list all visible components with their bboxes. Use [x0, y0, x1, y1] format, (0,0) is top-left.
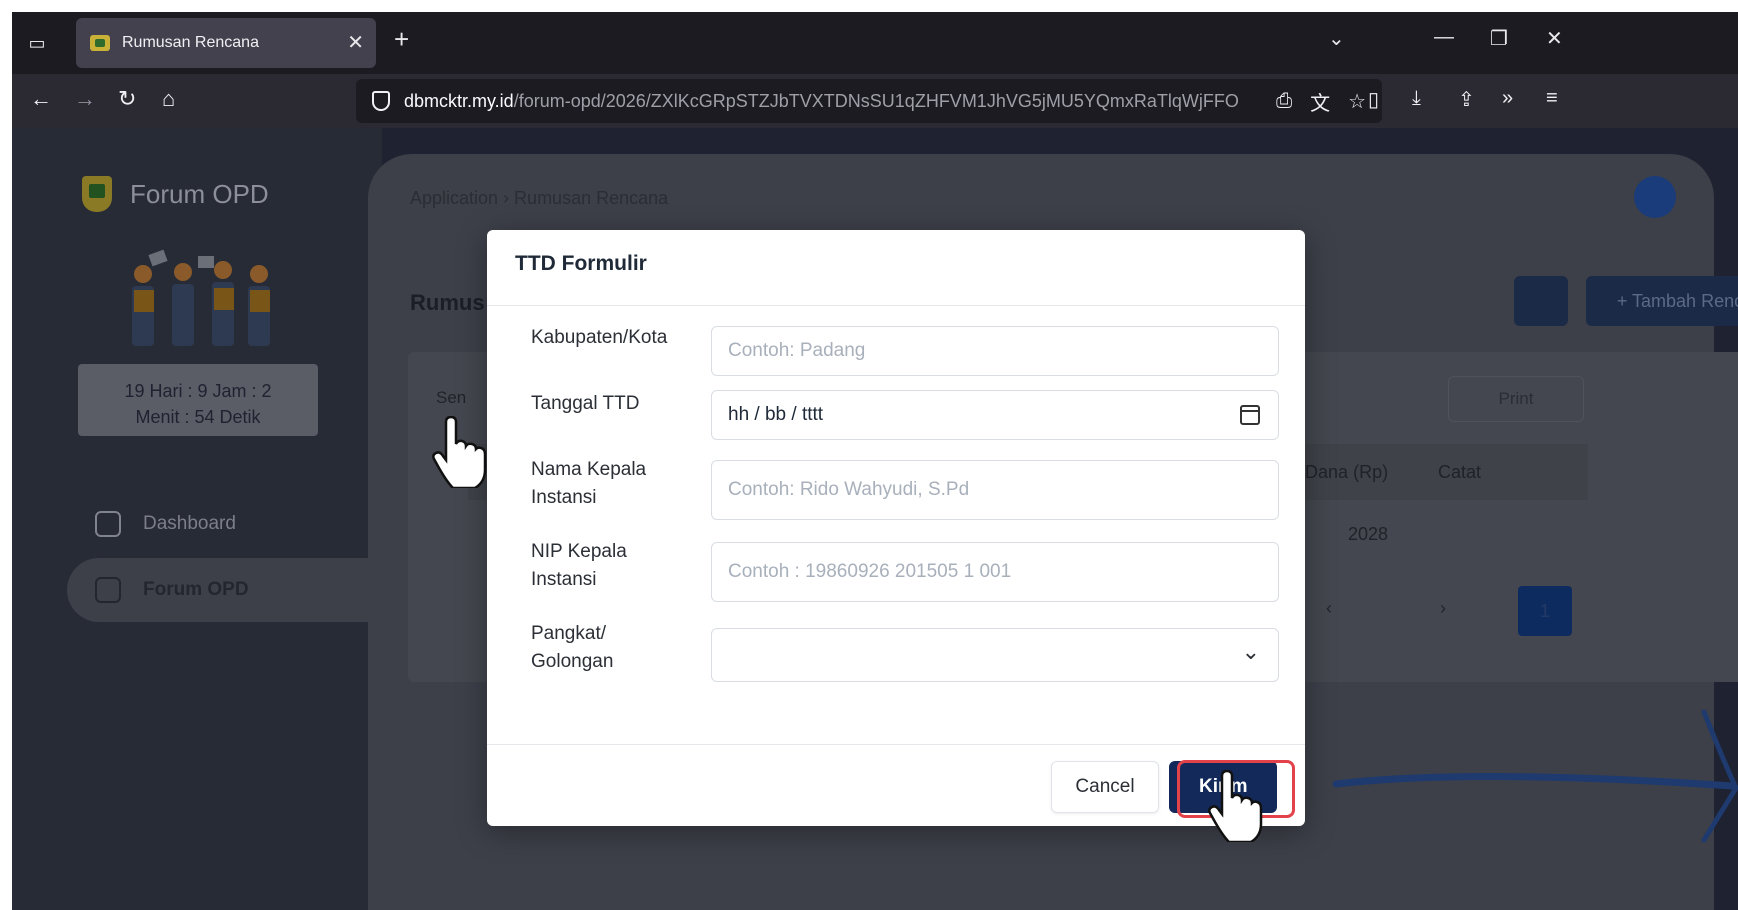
- reload-icon[interactable]: ↻: [118, 86, 136, 112]
- url-host: dbmcktr.my.id: [404, 90, 514, 111]
- timer-line-1: 19 Hari : 9 Jam : 2: [124, 381, 272, 401]
- hand-cursor-icon: [432, 416, 487, 488]
- add-program-button[interactable]: + Tambah Rencana Program: [1586, 276, 1738, 326]
- url-path: /forum-opd/2026/ZXlKcGRpSTZJbTVXTDNsSU1q…: [513, 90, 1239, 111]
- share-icon[interactable]: ⇪: [1458, 87, 1475, 112]
- tab-title: Rumusan Rencana: [122, 34, 259, 51]
- chat-icon: [95, 577, 121, 603]
- workers-illustration: [132, 249, 270, 346]
- annotation-arrow: [1332, 709, 1738, 843]
- chevron-down-icon[interactable]: ⌄: [1328, 26, 1345, 51]
- cancel-button[interactable]: Cancel: [1051, 761, 1159, 813]
- modal-title: TTD Formulir: [487, 230, 1305, 306]
- field-label: Kabupaten/Kota: [531, 327, 668, 348]
- calendar-icon[interactable]: [1240, 405, 1260, 425]
- print-button[interactable]: Print: [1448, 376, 1584, 422]
- back-icon[interactable]: ←: [30, 86, 52, 112]
- nama-kepala-input[interactable]: Contoh: Rido Wahyudi, S.Pd: [711, 460, 1279, 520]
- field-label: Nama Kepala Instansi: [531, 459, 647, 508]
- pagination-next[interactable]: ›: [1440, 598, 1446, 619]
- print-label: Print: [1498, 389, 1534, 408]
- chevron-down-icon: ⌄: [1241, 639, 1260, 664]
- bookmark-star-icon[interactable]: ☆: [1348, 89, 1366, 114]
- sidebar-item-label: Dashboard: [143, 513, 236, 534]
- filter-button[interactable]: [1514, 276, 1568, 326]
- shield-icon: [372, 91, 390, 111]
- close-window-icon[interactable]: ✕: [1546, 26, 1563, 51]
- browser-tab[interactable]: Rumusan Rencana ✕: [76, 18, 376, 68]
- column-header: Catat: [1438, 462, 1482, 482]
- nav-bar: ← → ↻ ⌂ dbmcktr.my.id /forum-opd/2026/ZX…: [12, 74, 1738, 128]
- minimize-icon[interactable]: —: [1434, 26, 1454, 49]
- pangkat-select[interactable]: ⌄: [711, 628, 1279, 682]
- countdown-timer: 19 Hari : 9 Jam : 2 Menit : 54 Detik: [78, 364, 318, 436]
- kabupaten-kota-input[interactable]: Contoh: Padang: [711, 326, 1279, 376]
- save-page-icon[interactable]: ⎙: [1276, 90, 1292, 113]
- breadcrumb: Application › Rumusan Rencana: [410, 188, 669, 208]
- date-value: hh / bb / tttt: [728, 404, 824, 425]
- address-bar[interactable]: dbmcktr.my.id /forum-opd/2026/ZXlKcGRpST…: [356, 79, 1382, 123]
- address-bar-icons: ⎙ 文 ☆: [1260, 79, 1382, 123]
- browser-window: ▭ Rumusan Rencana ✕ + ⌄ — ❐ ✕ ← → ↻ ⌂ db…: [12, 12, 1738, 910]
- home-icon[interactable]: ⌂: [162, 86, 175, 112]
- new-tab-icon[interactable]: +: [394, 24, 409, 55]
- logo-icon: [82, 176, 112, 212]
- field-label: NIP Kepala Instansi: [531, 541, 627, 590]
- brand-text: Forum OPD: [130, 178, 269, 209]
- close-tab-icon[interactable]: ✕: [347, 30, 364, 55]
- sidebar-item-label: Forum OPD: [143, 579, 249, 600]
- search-prefix: Sen: [436, 388, 467, 407]
- tanggal-ttd-input[interactable]: hh / bb / tttt: [711, 390, 1279, 440]
- nip-input[interactable]: Contoh : 19860926 201505 1 001: [711, 542, 1279, 602]
- overflow-icon[interactable]: »: [1502, 87, 1513, 110]
- field-label: Tanggal TTD: [531, 393, 640, 414]
- sidebar-item-dashboard[interactable]: Dashboard: [67, 492, 407, 556]
- forward-icon[interactable]: →: [74, 86, 96, 112]
- table-cell: 2028: [1348, 524, 1389, 544]
- tab-list-icon[interactable]: ▭: [20, 26, 54, 60]
- pagination-prev[interactable]: ‹: [1326, 598, 1332, 619]
- sidebar: Forum OPD 19 Hari : 9 Jam: 2 Menit: 54…: [12, 128, 397, 910]
- download-icon[interactable]: ⤓: [1412, 87, 1421, 110]
- page-title: Rumus: [410, 290, 485, 315]
- avatar[interactable]: [1634, 176, 1676, 218]
- translate-icon[interactable]: 文: [1310, 87, 1330, 116]
- sidebar-item-forum-opd[interactable]: Forum OPD: [67, 558, 397, 622]
- brand: Forum OPD: [82, 176, 269, 212]
- restore-icon[interactable]: ❐: [1490, 26, 1508, 51]
- hand-cursor-icon: [1208, 770, 1263, 842]
- timer-line-2: Menit : 54 Detik: [135, 407, 261, 427]
- ttd-form-modal: TTD Formulir Kabupaten/Kota Contoh: Pada…: [487, 230, 1305, 826]
- home-icon: [95, 511, 121, 537]
- menu-icon[interactable]: ≡: [1546, 87, 1558, 110]
- favicon-icon: [90, 35, 110, 51]
- tab-strip: ▭ Rumusan Rencana ✕ + ⌄ — ❐ ✕: [12, 12, 1738, 74]
- pagination-page[interactable]: 1: [1518, 586, 1572, 636]
- field-label: Pangkat/ Golongan: [531, 623, 614, 672]
- reader-view-icon[interactable]: ▯: [1368, 87, 1379, 112]
